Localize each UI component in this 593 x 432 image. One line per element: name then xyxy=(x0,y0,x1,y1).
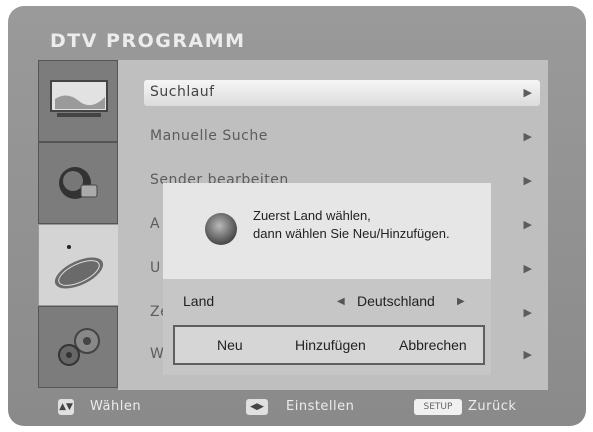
tv-icon xyxy=(50,80,108,117)
menu-item-manuelle-suche[interactable]: Manuelle Suche ▶ xyxy=(144,124,540,150)
arrow-right-icon: ▶ xyxy=(523,262,532,275)
gears-icon xyxy=(58,328,100,366)
country-value: Deutschland xyxy=(357,293,435,309)
menu-item-suchlauf[interactable]: Suchlauf ▶ xyxy=(144,80,540,106)
arrow-right-icon: ▶ xyxy=(523,130,532,143)
dialog-buttons: Neu Hinzufügen Abbrechen xyxy=(173,325,485,365)
new-button[interactable]: Neu xyxy=(217,337,243,353)
arrow-left-icon[interactable]: ◀ xyxy=(337,296,345,307)
country-label: Land xyxy=(183,293,215,309)
satellite-dish-icon xyxy=(54,245,104,289)
dialog-message: Zuerst Land wählen, dann wählen Sie Neu/… xyxy=(253,207,450,243)
tab-satellite[interactable] xyxy=(38,224,122,306)
menu-item-label: Manuelle Suche xyxy=(150,128,268,144)
adjust-hint: Einstellen xyxy=(286,399,355,414)
arrow-right-icon: ▶ xyxy=(523,348,532,361)
tab-channel[interactable] xyxy=(38,142,118,224)
up-down-key-icon: ▲▼ xyxy=(58,399,74,415)
info-icon xyxy=(205,213,237,245)
tab-settings[interactable] xyxy=(38,306,118,388)
menu-item-label: Suchlauf xyxy=(150,84,215,100)
globe-icon xyxy=(59,167,98,199)
dialog-message-line: Zuerst Land wählen, xyxy=(253,208,371,223)
arrow-right-icon: ▶ xyxy=(523,86,532,99)
tab-tv[interactable] xyxy=(38,60,118,142)
arrow-right-icon: ▶ xyxy=(523,306,532,319)
country-dialog: Zuerst Land wählen, dann wählen Sie Neu/… xyxy=(163,183,491,375)
add-button[interactable]: Hinzufügen xyxy=(295,337,366,353)
category-tabs xyxy=(38,60,122,390)
footer-hints: ▲▼ Wählen ◀▶ Einstellen SETUP Zurück xyxy=(0,396,593,424)
dialog-message-line: dann wählen Sie Neu/Hinzufügen. xyxy=(253,226,450,241)
arrow-right-icon[interactable]: ▶ xyxy=(457,296,465,307)
back-hint: Zurück xyxy=(468,399,517,414)
menu-item-label: A xyxy=(150,216,161,232)
arrow-right-icon: ▶ xyxy=(523,174,532,187)
dialog-message-area: Zuerst Land wählen, dann wählen Sie Neu/… xyxy=(163,183,491,279)
cancel-button[interactable]: Abbrechen xyxy=(399,337,467,353)
left-right-key-icon: ◀▶ xyxy=(246,399,268,415)
setup-key-icon: SETUP xyxy=(414,399,462,415)
menu-item-label: U xyxy=(150,260,161,276)
select-hint: Wählen xyxy=(90,399,142,414)
country-selector[interactable]: Land ◀ Deutschland ▶ xyxy=(163,287,491,317)
arrow-right-icon: ▶ xyxy=(523,218,532,231)
screen-title: DTV PROGRAMM xyxy=(50,30,246,52)
